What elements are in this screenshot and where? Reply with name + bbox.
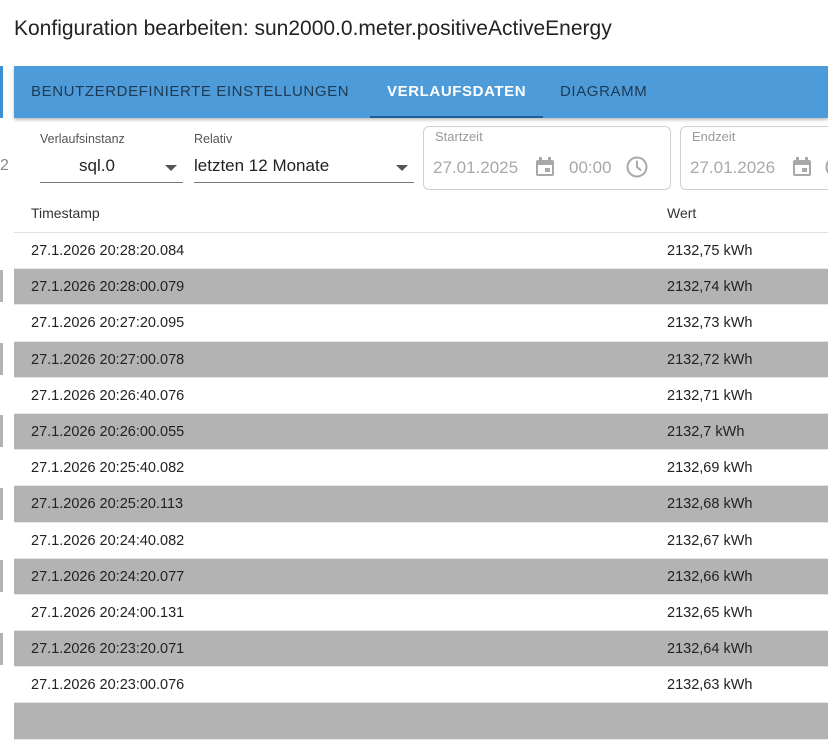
timestamp-cell: 27.1.2026 20:24:00.131 xyxy=(31,605,184,621)
value-cell: 2132,66 kWh xyxy=(667,569,752,585)
timestamp-cell: 27.1.2026 20:27:20.095 xyxy=(31,315,184,331)
table-row[interactable]: 27.1.2026 20:26:40.076 2132,71 kWh xyxy=(14,378,828,414)
column-header-timestamp[interactable]: Timestamp xyxy=(31,205,100,221)
clock-icon[interactable] xyxy=(625,155,649,179)
value-cell: 2132,73 kWh xyxy=(667,315,752,331)
relative-range-select[interactable]: Relativ letzten 12 Monate xyxy=(194,130,414,184)
select-underline xyxy=(40,182,183,183)
table-row[interactable]: 27.1.2026 20:23:00.076 2132,63 kWh xyxy=(14,667,828,703)
value-cell: 2132,72 kWh xyxy=(667,352,752,368)
value-cell: 2132,69 kWh xyxy=(667,460,752,476)
calendar-icon[interactable] xyxy=(534,156,556,178)
value-cell: 2132,74 kWh xyxy=(667,279,752,295)
timestamp-cell: 27.1.2026 20:23:00.076 xyxy=(31,677,184,693)
table-row[interactable]: 27.1.2026 20:28:00.079 2132,74 kWh xyxy=(14,269,828,305)
timestamp-cell: 27.1.2026 20:28:00.079 xyxy=(31,279,184,295)
background-row-edge xyxy=(0,488,3,520)
timestamp-cell: 27.1.2026 20:26:40.076 xyxy=(31,388,184,404)
end-date-value: 27.01.2026 xyxy=(690,158,775,178)
table-row[interactable] xyxy=(14,703,828,739)
value-cell: 2132,63 kWh xyxy=(667,677,752,693)
start-time-label: Startzeit xyxy=(432,129,486,144)
timestamp-cell: 27.1.2026 20:27:00.078 xyxy=(31,352,184,368)
tab-history-data[interactable]: VERLAUFSDATEN xyxy=(370,66,543,118)
value-cell: 2132,67 kWh xyxy=(667,533,752,549)
background-row-edge xyxy=(0,560,3,592)
start-time-field[interactable]: Startzeit 27.01.2025 00:00 xyxy=(423,126,671,190)
tab-custom-settings[interactable]: BENUTZERDEFINIERTE EINSTELLUNGEN xyxy=(14,66,366,118)
background-row-edge xyxy=(0,415,3,447)
timestamp-cell: 27.1.2026 20:28:20.084 xyxy=(31,243,184,259)
table-row[interactable]: 27.1.2026 20:24:00.131 2132,65 kWh xyxy=(14,595,828,631)
timestamp-cell: 27.1.2026 20:24:40.082 xyxy=(31,533,184,549)
table-row[interactable]: 27.1.2026 20:27:00.078 2132,72 kWh xyxy=(14,342,828,378)
history-instance-value: sql.0 xyxy=(79,156,115,176)
select-underline xyxy=(194,182,414,183)
end-time-label: Endzeit xyxy=(689,129,738,144)
value-cell: 2132,64 kWh xyxy=(667,641,752,657)
background-dialog-edge xyxy=(0,66,3,118)
history-instance-select[interactable]: Verlaufsinstanz sql.0 xyxy=(40,130,183,184)
value-cell: 2132,68 kWh xyxy=(667,496,752,512)
value-cell: 2132,71 kWh xyxy=(667,388,752,404)
timestamp-cell: 27.1.2026 20:26:00.055 xyxy=(31,424,184,440)
chevron-down-icon xyxy=(396,165,408,171)
history-table-body: 27.1.2026 20:28:20.084 2132,75 kWh 27.1.2… xyxy=(14,233,828,740)
value-cell: 2132,7 kWh xyxy=(667,424,744,440)
chevron-down-icon xyxy=(165,165,177,171)
background-row-edge xyxy=(0,633,3,665)
relative-range-label: Relativ xyxy=(194,132,232,146)
value-cell: 2132,65 kWh xyxy=(667,605,752,621)
column-header-value[interactable]: Wert xyxy=(667,205,696,221)
start-time-value: 00:00 xyxy=(569,158,612,178)
clock-icon[interactable] xyxy=(824,155,828,179)
table-row[interactable]: 27.1.2026 20:25:40.082 2132,69 kWh xyxy=(14,450,828,486)
table-row[interactable]: 27.1.2026 20:26:00.055 2132,7 kWh xyxy=(14,414,828,450)
timestamp-cell: 27.1.2026 20:24:20.077 xyxy=(31,569,184,585)
table-row[interactable]: 27.1.2026 20:24:40.082 2132,67 kWh xyxy=(14,523,828,559)
background-row-edge xyxy=(0,343,3,375)
table-row[interactable]: 27.1.2026 20:24:20.077 2132,66 kWh xyxy=(14,559,828,595)
table-row[interactable]: 27.1.2026 20:25:20.113 2132,68 kWh xyxy=(14,486,828,522)
timestamp-cell: 27.1.2026 20:23:20.071 xyxy=(31,641,184,657)
value-cell: 2132,75 kWh xyxy=(667,243,752,259)
timestamp-cell: 27.1.2026 20:25:20.113 xyxy=(31,496,183,512)
timestamp-cell: 27.1.2026 20:25:40.082 xyxy=(31,460,184,476)
tab-bar: BENUTZERDEFINIERTE EINSTELLUNGEN VERLAUF… xyxy=(14,66,828,118)
table-row[interactable]: 27.1.2026 20:28:20.084 2132,75 kWh xyxy=(14,233,828,269)
table-header: Timestamp Wert xyxy=(14,196,828,233)
start-date-value: 27.01.2025 xyxy=(433,158,518,178)
dialog-title: Konfiguration bearbeiten: sun2000.0.mete… xyxy=(14,17,612,41)
table-row[interactable]: 27.1.2026 20:23:20.071 2132,64 kWh xyxy=(14,631,828,667)
calendar-icon[interactable] xyxy=(791,156,813,178)
tab-chart[interactable]: DIAGRAMM xyxy=(543,66,664,118)
background-dialog-edge-glyph: 2 xyxy=(0,157,9,175)
end-time-field[interactable]: Endzeit 27.01.2026 xyxy=(680,126,828,190)
background-row-edge xyxy=(0,270,3,302)
relative-range-value: letzten 12 Monate xyxy=(194,156,329,176)
table-row[interactable]: 27.1.2026 20:27:20.095 2132,73 kWh xyxy=(14,305,828,341)
history-instance-label: Verlaufsinstanz xyxy=(40,132,125,146)
